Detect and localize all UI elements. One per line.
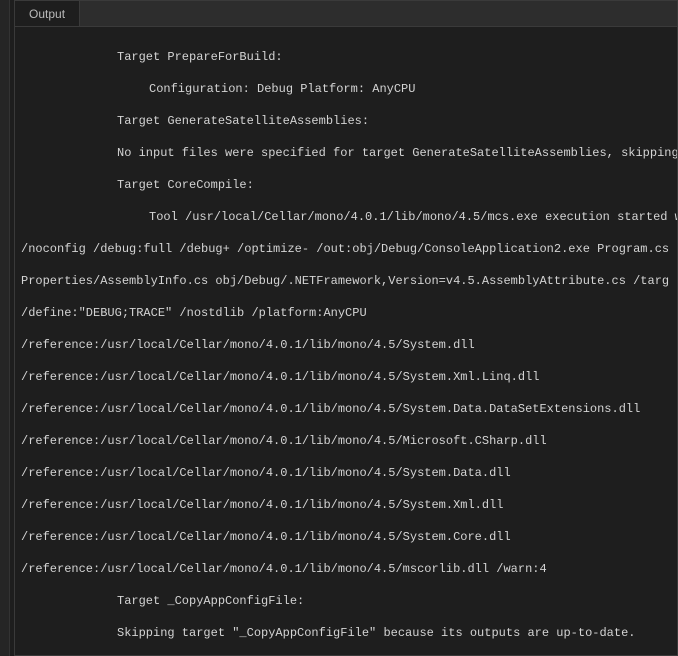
- output-line: Tool /usr/local/Cellar/mono/4.0.1/lib/mo…: [21, 209, 677, 225]
- output-line: Configuration: Debug Platform: AnyCPU: [21, 81, 677, 97]
- output-line: /reference:/usr/local/Cellar/mono/4.0.1/…: [21, 465, 677, 481]
- output-line: /reference:/usr/local/Cellar/mono/4.0.1/…: [21, 497, 677, 513]
- output-panel: Output Target PrepareForBuild: Configura…: [14, 0, 678, 656]
- output-line: /define:"DEBUG;TRACE" /nostdlib /platfor…: [21, 305, 677, 321]
- output-line: /reference:/usr/local/Cellar/mono/4.0.1/…: [21, 401, 677, 417]
- output-line: /reference:/usr/local/Cellar/mono/4.0.1/…: [21, 369, 677, 385]
- output-content[interactable]: Target PrepareForBuild: Configuration: D…: [15, 27, 677, 655]
- output-line: /reference:/usr/local/Cellar/mono/4.0.1/…: [21, 561, 677, 577]
- output-line: Skipping target "_CopyAppConfigFile" bec…: [21, 625, 677, 641]
- output-line: Target _CopyAppConfigFile:: [21, 593, 677, 609]
- output-line: /reference:/usr/local/Cellar/mono/4.0.1/…: [21, 529, 677, 545]
- output-line: /reference:/usr/local/Cellar/mono/4.0.1/…: [21, 337, 677, 353]
- output-line: Target PrepareForBuild:: [21, 49, 677, 65]
- output-line: Properties/AssemblyInfo.cs obj/Debug/.NE…: [21, 273, 677, 289]
- output-line: /reference:/usr/local/Cellar/mono/4.0.1/…: [21, 433, 677, 449]
- tab-output[interactable]: Output: [15, 1, 80, 26]
- output-line: /noconfig /debug:full /debug+ /optimize-…: [21, 241, 677, 257]
- output-line: Target CoreCompile:: [21, 177, 677, 193]
- output-line: Target GenerateSatelliteAssemblies:: [21, 113, 677, 129]
- editor-gutter: [0, 0, 10, 656]
- output-line: No input files were specified for target…: [21, 145, 677, 161]
- panel-tabbar: Output: [15, 1, 677, 27]
